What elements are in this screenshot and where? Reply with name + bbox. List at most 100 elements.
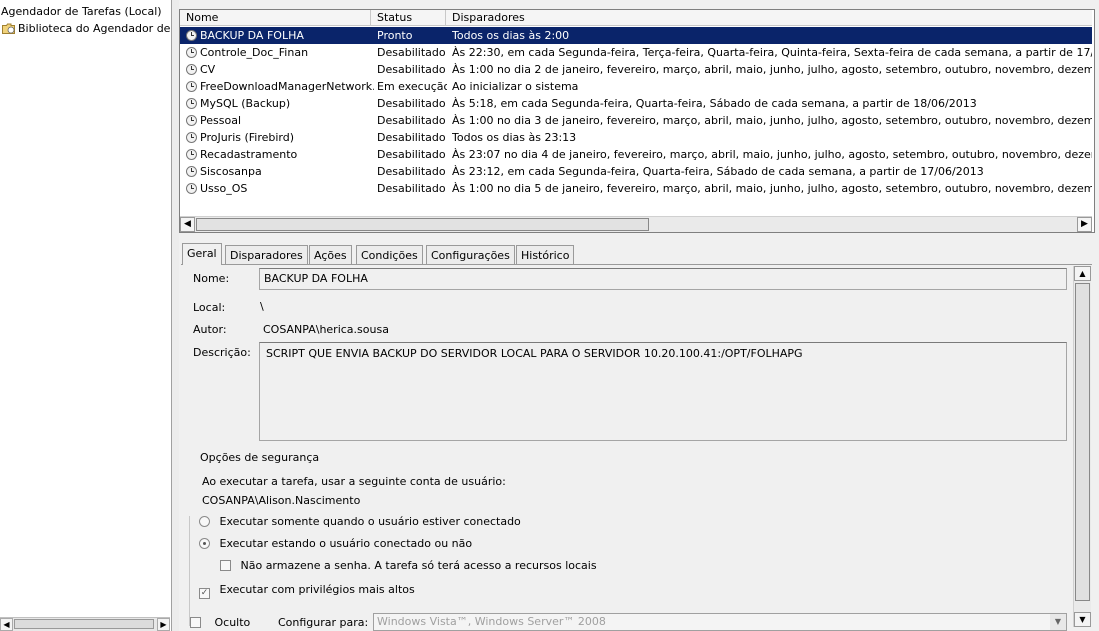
clock-icon xyxy=(186,81,197,92)
tab-general[interactable]: Geral xyxy=(182,243,222,265)
task-status: Em execução xyxy=(377,80,447,93)
task-trigger: Todos os dias às 2:00 xyxy=(452,29,570,42)
radio-button-selected-icon[interactable] xyxy=(199,538,210,549)
task-trigger: Às 5:18, em cada Segunda-feira, Quarta-f… xyxy=(452,97,977,110)
checkbox-highest-privileges[interactable]: ✓ Executar com privilégios mais altos xyxy=(199,583,415,599)
scroll-left-icon[interactable]: ◀ xyxy=(0,618,13,631)
column-header-status[interactable]: Status xyxy=(371,10,446,26)
task-status: Desabilitado xyxy=(377,182,446,195)
tree-horizontal-scrollbar[interactable]: ◀ ▶ xyxy=(0,617,170,631)
detail-vertical-scrollbar[interactable]: ▲ ▼ xyxy=(1073,266,1091,627)
task-name: CV xyxy=(200,63,216,76)
clock-icon xyxy=(186,183,197,194)
security-options-title: Opções de segurança xyxy=(200,451,320,464)
task-trigger: Às 22:30, em cada Segunda-feira, Terça-f… xyxy=(452,46,1092,59)
task-row[interactable]: Siscosanpa Desabilitado Às 23:12, em cada … xyxy=(180,163,1092,180)
task-name: Pessoal xyxy=(200,114,241,127)
checkbox-hidden-label: Oculto xyxy=(214,616,251,629)
scroll-right-icon[interactable]: ▶ xyxy=(1077,217,1092,232)
tab-history[interactable]: Histórico xyxy=(516,245,575,264)
task-trigger: Às 23:12, em cada Segunda-feira, Quarta-… xyxy=(452,165,984,178)
checkbox-no-store-password-label: Não armazene a senha. A tarefa só terá a… xyxy=(240,559,597,572)
column-header-status-label: Status xyxy=(377,11,413,24)
console-tree: Agendador de Tarefas (Local) Biblioteca … xyxy=(0,0,172,631)
task-trigger: Às 23:07 no dia 4 de janeiro, fevereiro,… xyxy=(452,148,1092,161)
tab-settings-label: Configurações xyxy=(431,249,510,262)
location-label: Local: xyxy=(193,301,226,314)
tree-root-task-scheduler[interactable]: Agendador de Tarefas (Local) xyxy=(1,4,162,20)
radio-run-logged-on-or-not[interactable]: Executar estando o usuário conectado ou … xyxy=(199,537,472,550)
column-header-name[interactable]: Nome xyxy=(180,10,371,26)
checkbox-hidden[interactable]: Oculto xyxy=(190,616,250,629)
task-list: Nome Status Disparadores BACKUP DA FOLHA… xyxy=(179,9,1095,233)
radio-run-logged-on-label: Executar somente quando o usuário estive… xyxy=(219,515,521,528)
tab-settings[interactable]: Configurações xyxy=(426,245,515,264)
task-row[interactable]: Controle_Doc_Finan Desabilitado Às 22:30, … xyxy=(180,44,1092,61)
scroll-left-icon[interactable]: ◀ xyxy=(180,217,195,232)
location-value: \ xyxy=(260,300,264,313)
run-as-text: Ao executar a tarefa, usar a seguinte co… xyxy=(202,475,506,488)
checkbox-icon[interactable] xyxy=(220,560,231,571)
tab-triggers-label: Disparadores xyxy=(230,249,303,262)
tab-conditions[interactable]: Condições xyxy=(356,245,423,264)
configure-for-dropdown[interactable]: Windows Vista™, Windows Server™ 2008 ▼ xyxy=(373,613,1067,631)
description-field[interactable]: SCRIPT QUE ENVIA BACKUP DO SERVIDOR LOCA… xyxy=(259,342,1067,441)
column-header-triggers-label: Disparadores xyxy=(452,11,525,24)
clock-icon xyxy=(186,30,197,41)
checkbox-icon[interactable] xyxy=(190,617,201,628)
checkbox-checked-icon[interactable]: ✓ xyxy=(199,588,210,599)
name-label: Nome: xyxy=(193,272,230,285)
radio-run-logged-on-or-not-label: Executar estando o usuário conectado ou … xyxy=(219,537,473,550)
tree-item-task-library[interactable]: Biblioteca do Agendador de Tarefas xyxy=(2,21,171,37)
task-status: Desabilitado xyxy=(377,148,446,161)
task-status: Pronto xyxy=(377,29,413,42)
scroll-down-icon[interactable]: ▼ xyxy=(1074,612,1091,627)
task-row[interactable]: MySQL (Backup) Desabilitado Às 5:18, em ca… xyxy=(180,95,1092,112)
tree-child-label: Biblioteca do Agendador de Tarefas xyxy=(18,22,171,35)
clock-icon xyxy=(186,149,197,160)
scroll-right-icon[interactable]: ▶ xyxy=(157,618,170,631)
list-horizontal-scrollbar[interactable]: ◀ ▶ xyxy=(180,216,1092,232)
clock-icon xyxy=(186,115,197,126)
author-label: Autor: xyxy=(193,323,227,336)
list-scroll-thumb[interactable] xyxy=(196,218,649,231)
radio-run-logged-on[interactable]: Executar somente quando o usuário estive… xyxy=(199,515,521,528)
task-row[interactable]: FreeDownloadManagerNetwork... Em execução… xyxy=(180,78,1092,95)
detail-scroll-thumb[interactable] xyxy=(1075,283,1090,601)
tab-triggers[interactable]: Disparadores xyxy=(225,245,308,264)
task-status: Desabilitado xyxy=(377,131,446,144)
task-name: Usso_OS xyxy=(200,182,248,195)
radio-button-icon[interactable] xyxy=(199,516,210,527)
task-row[interactable]: BACKUP DA FOLHA Pronto Todos os dias às 2:… xyxy=(180,27,1092,44)
clock-icon xyxy=(186,98,197,109)
checkbox-no-store-password[interactable]: Não armazene a senha. A tarefa só terá a… xyxy=(220,559,597,572)
name-field[interactable]: BACKUP DA FOLHA xyxy=(259,268,1067,290)
task-trigger: Todos os dias às 23:13 xyxy=(452,131,577,144)
task-row[interactable]: Pessoal Desabilitado Às 1:00 no dia 3 de j… xyxy=(180,112,1092,129)
task-row[interactable]: ProJuris (Firebird) Desabilitado Todos os … xyxy=(180,129,1092,146)
task-trigger: Às 1:00 no dia 3 de janeiro, fevereiro, … xyxy=(452,114,1092,127)
task-status: Desabilitado xyxy=(377,97,446,110)
column-header-name-label: Nome xyxy=(186,11,219,24)
tab-general-label: Geral xyxy=(187,247,217,260)
task-status: Desabilitado xyxy=(377,165,446,178)
tree-root-label: Agendador de Tarefas (Local) xyxy=(1,5,162,18)
tab-actions-label: Ações xyxy=(314,249,347,262)
task-name: Controle_Doc_Finan xyxy=(200,46,309,59)
task-row[interactable]: Usso_OS Desabilitado Às 1:00 no dia 5 de j… xyxy=(180,180,1092,197)
tree-scroll-thumb[interactable] xyxy=(14,619,154,629)
scroll-up-icon[interactable]: ▲ xyxy=(1074,266,1091,281)
task-name: BACKUP DA FOLHA xyxy=(200,29,304,42)
tab-conditions-label: Condições xyxy=(361,249,418,262)
task-name: Siscosanpa xyxy=(200,165,262,178)
task-row[interactable]: CV Desabilitado Às 1:00 no dia 2 de janeir… xyxy=(180,61,1092,78)
author-value: COSANPA\herica.sousa xyxy=(263,323,389,336)
task-status: Desabilitado xyxy=(377,63,446,76)
task-row[interactable]: Recadastramento Desabilitado Às 23:07 no d… xyxy=(180,146,1092,163)
pane-splitter[interactable] xyxy=(172,0,179,631)
column-header-triggers[interactable]: Disparadores xyxy=(446,10,1092,26)
task-trigger: Ao inicializar o sistema xyxy=(452,80,579,93)
chevron-down-icon[interactable]: ▼ xyxy=(1050,614,1066,630)
tab-actions[interactable]: Ações xyxy=(309,245,352,264)
clock-icon xyxy=(186,132,197,143)
